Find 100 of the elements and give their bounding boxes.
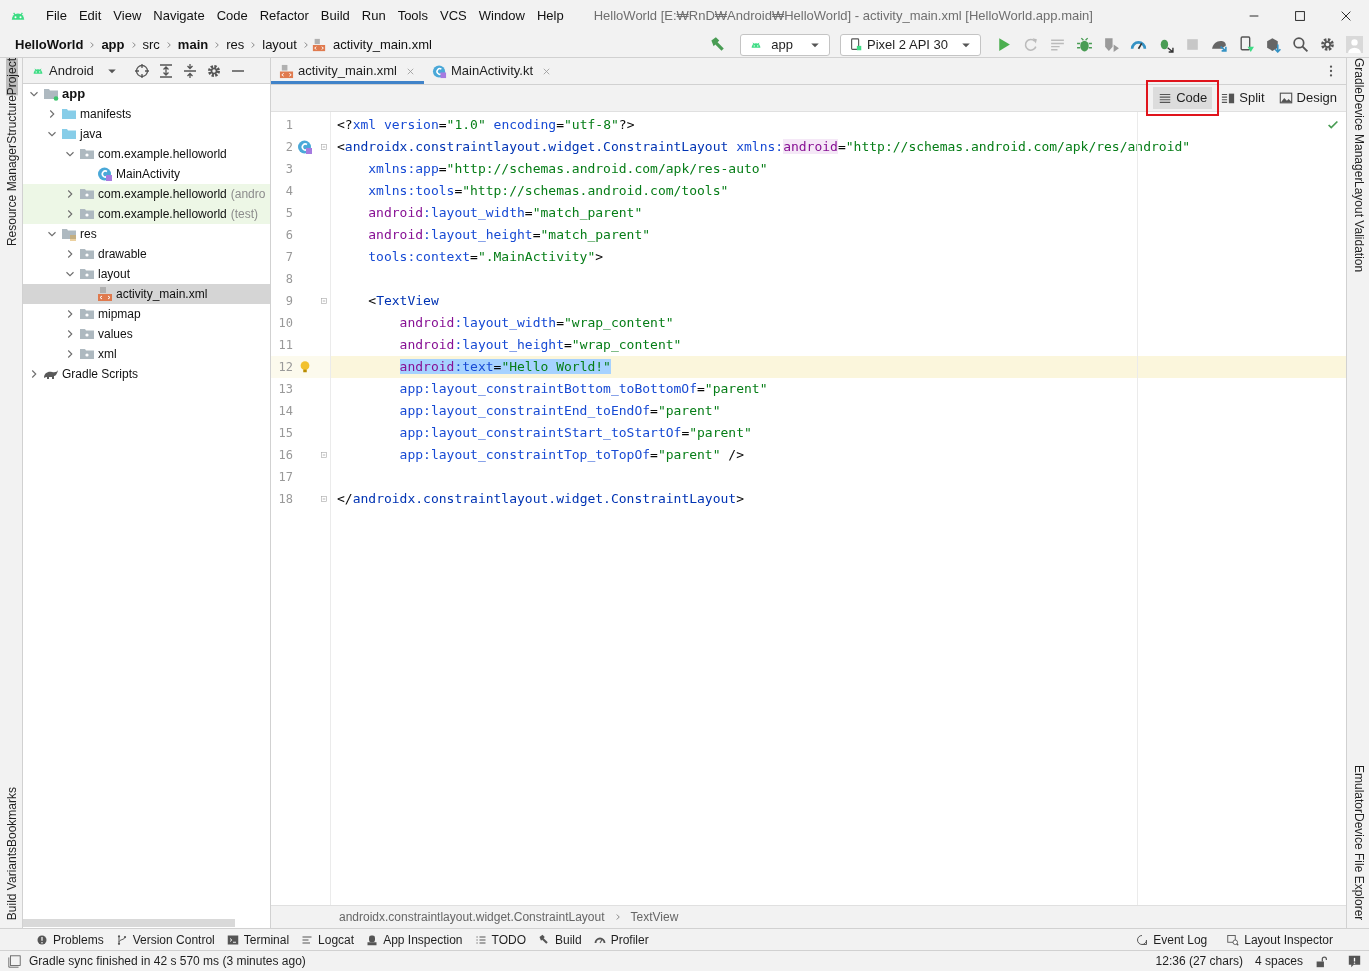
breadcrumb-item[interactable]: TextView: [630, 908, 679, 926]
breadcrumb-item[interactable]: androidx.constraintlayout.widget.ConstraintLayout: [339, 908, 605, 926]
line-number: 8: [284, 271, 293, 288]
phone-icon: [849, 37, 864, 52]
line-number: 13: [277, 381, 293, 398]
collapse-all-icon[interactable]: [181, 62, 198, 79]
panel-toggle-icon[interactable]: [8, 954, 21, 968]
tool-window-tab[interactable]: Build Variants: [6, 846, 18, 920]
scope-label: (test): [230, 206, 259, 223]
tree-item[interactable]: layout: [23, 264, 270, 284]
view-mode-button[interactable]: Split: [1216, 87, 1270, 109]
breadcrumb-item[interactable]: src: [139, 34, 163, 55]
menu-item[interactable]: View: [107, 6, 148, 26]
maximize-icon: [1293, 9, 1307, 23]
tool-window-tab[interactable]: Gradle: [1353, 58, 1365, 95]
menu-item[interactable]: VCS: [434, 6, 473, 26]
menu-item[interactable]: File: [40, 6, 73, 26]
expand-all-icon[interactable]: [157, 62, 174, 79]
tree-item[interactable]: java: [23, 124, 270, 144]
tool-window-button[interactable]: Event Log: [1130, 930, 1214, 949]
tool-window-tab[interactable]: Resource Manager: [6, 144, 18, 247]
tree-item[interactable]: manifests: [23, 104, 270, 124]
settings-icon[interactable]: [1319, 36, 1336, 53]
line-number: 10: [277, 315, 293, 332]
tool-window-tab[interactable]: Structure: [6, 95, 18, 145]
tool-window-tab[interactable]: Bookmarks: [6, 786, 18, 847]
settings-icon[interactable]: [205, 62, 222, 79]
status-message: Gradle sync finished in 42 s 570 ms (3 minutes ago): [29, 953, 306, 970]
tree-item[interactable]: values: [23, 324, 270, 344]
breadcrumb-item[interactable]: res: [223, 34, 248, 55]
tree-item[interactable]: res: [23, 224, 270, 244]
line-number: 6: [284, 227, 293, 244]
tool-window-button[interactable]: Layout Inspector: [1221, 930, 1339, 949]
lightbulb-icon[interactable]: [298, 360, 312, 374]
code-line: app:layout_constraintEnd_toEndOf="parent": [398, 402, 721, 421]
view-mode-button[interactable]: Design: [1273, 87, 1342, 109]
menu-item[interactable]: Help: [530, 6, 570, 26]
coverage-icon[interactable]: [1103, 36, 1120, 53]
menu-item[interactable]: Build: [314, 6, 356, 26]
cursor-position[interactable]: 12:36 (27 chars): [1155, 952, 1243, 970]
tool-window-tab[interactable]: Emulator: [1353, 764, 1365, 813]
tool-window-button[interactable]: Terminal: [220, 930, 296, 949]
tool-window-tab[interactable]: Device Manager: [1353, 94, 1365, 182]
indent-setting[interactable]: 4 spaces: [1254, 952, 1303, 970]
tree-item[interactable]: com.example.helloworld: [23, 144, 270, 164]
tool-window-tab[interactable]: Layout Validation: [1353, 181, 1365, 273]
notifications-icon[interactable]: [1348, 954, 1361, 968]
tool-window-tab[interactable]: Device File Explorer: [1353, 812, 1365, 920]
tree-item[interactable]: MainActivity: [23, 164, 270, 184]
tool-window-button[interactable]: TODO: [468, 930, 532, 949]
debug-icon[interactable]: [1076, 36, 1093, 53]
tool-window-button[interactable]: Profiler: [587, 930, 655, 949]
lock-icon[interactable]: [1315, 954, 1328, 968]
tree-item[interactable]: xml: [23, 344, 270, 364]
tree-item[interactable]: app: [23, 84, 270, 104]
code-line: android:layout_height="wrap_content": [398, 336, 682, 355]
folder-icon: [61, 126, 77, 142]
tree-item[interactable]: com.example.helloworld (test): [23, 204, 270, 224]
split-view-icon: [1221, 91, 1236, 105]
code-line: <?xml version="1.0" encoding="utf-8"?>: [337, 116, 635, 135]
code-line: android:layout_width="match_parent": [367, 204, 643, 223]
device-manager-icon[interactable]: [1238, 36, 1255, 53]
run-config-dropdown[interactable]: app: [740, 33, 831, 56]
tree-item[interactable]: mipmap: [23, 304, 270, 324]
breadcrumb-item[interactable]: app: [98, 34, 128, 55]
tree-item[interactable]: activity_main.xml: [23, 284, 270, 304]
menu-item[interactable]: Navigate: [147, 6, 211, 26]
tree-item[interactable]: Gradle Scripts: [23, 364, 270, 384]
logcat-icon: [301, 933, 314, 946]
search-icon[interactable]: [1292, 36, 1309, 53]
folder-icon: [79, 206, 95, 222]
device-dropdown[interactable]: Pixel 2 API 30: [840, 33, 981, 56]
tree-item[interactable]: drawable: [23, 244, 270, 264]
hammer-icon[interactable]: [708, 35, 727, 54]
breadcrumb-item[interactable]: layout: [259, 34, 300, 55]
scrollbar[interactable]: [23, 919, 235, 927]
menu-item[interactable]: Window: [472, 6, 531, 26]
tool-window-button[interactable]: Version Control: [109, 930, 221, 949]
view-mode-button[interactable]: Code: [1153, 87, 1213, 109]
class-gutter-icon[interactable]: [297, 139, 313, 155]
tool-window-button[interactable]: Logcat: [295, 930, 361, 949]
breadcrumb-item[interactable]: HelloWorld: [12, 34, 87, 55]
breadcrumb-item[interactable]: activity_main.xml: [329, 34, 435, 55]
menu-item[interactable]: Tools: [391, 6, 434, 26]
xml-file-icon: [97, 286, 113, 302]
menu-item[interactable]: Run: [355, 6, 392, 26]
line-number: 9: [284, 293, 293, 310]
code-line: app:layout_constraintBottom_toBottomOf="parent": [398, 380, 768, 399]
tree-item[interactable]: com.example.helloworld (andro: [23, 184, 270, 204]
editor-tab[interactable]: MainActivity.kt: [423, 58, 561, 84]
breadcrumb-item[interactable]: main: [174, 34, 212, 55]
tool-window-button[interactable]: App Inspection: [360, 930, 469, 949]
menu-item[interactable]: Edit: [72, 6, 108, 26]
locate-icon[interactable]: [133, 62, 150, 79]
tool-window-button[interactable]: Problems: [30, 930, 110, 949]
menu-item[interactable]: Refactor: [253, 6, 315, 26]
tool-window-button[interactable]: Build: [531, 930, 588, 949]
menu-item[interactable]: Code: [210, 6, 254, 26]
code-view-icon: [1158, 91, 1173, 105]
tool-window-tab[interactable]: Project: [6, 58, 18, 96]
